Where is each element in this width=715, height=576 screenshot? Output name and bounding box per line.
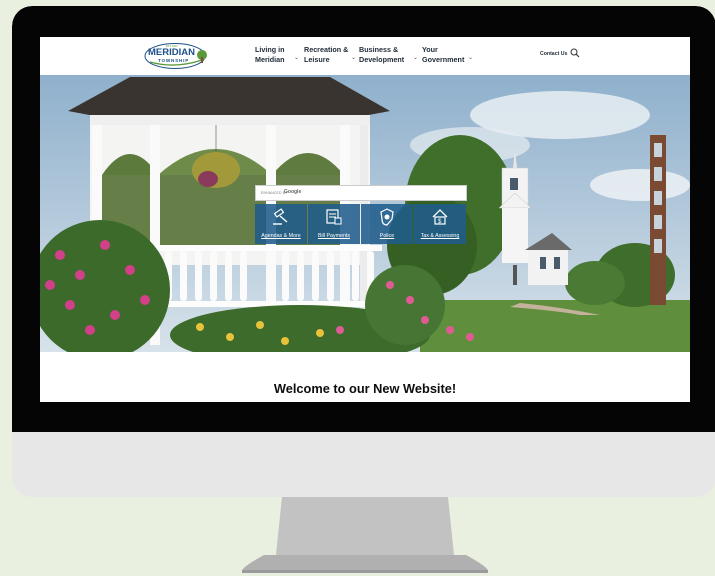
house-dollar-icon: $ (432, 209, 448, 225)
nav-label-line1: Living in (255, 45, 285, 54)
nav-label-line2: Development (359, 55, 405, 64)
quick-link-tax-assessing[interactable]: $ Tax & Assessing (414, 204, 466, 244)
gavel-icon (273, 208, 288, 225)
welcome-heading: Welcome to our New Website! (273, 381, 457, 396)
hero-image: ENHANCED BY Google Agendas & More Bill P… (40, 75, 690, 352)
logo-subtext: TOWNSHIP (158, 58, 189, 63)
logo-established: EST. 1842 (166, 45, 178, 48)
monitor: MERIDIAN TOWNSHIP EST. 1842 Living in Me… (12, 6, 715, 497)
police-badge-icon (380, 208, 394, 226)
quick-link-label: Agendas & More (261, 233, 301, 239)
quick-link-police[interactable]: Police (361, 204, 413, 244)
quick-link-label: Tax & Assessing (420, 233, 460, 239)
contact-us-link[interactable]: Contact Us (540, 51, 567, 57)
bill-payment-icon (326, 209, 342, 225)
monitor-bezel: MERIDIAN TOWNSHIP EST. 1842 Living in Me… (12, 6, 715, 432)
search-provider-label: Google (284, 189, 302, 195)
quick-link-label: Police (379, 233, 395, 239)
quick-link-label: Bill Payments (317, 233, 351, 239)
nav-recreation-leisure[interactable]: Recreation & Leisure ⌄ (304, 45, 356, 65)
quick-link-agendas[interactable]: Agendas & More (255, 204, 307, 244)
chevron-down-icon: ⌄ (351, 55, 357, 61)
nav-business-development[interactable]: Business & Development ⌄ (359, 45, 418, 65)
monitor-stand (242, 497, 488, 573)
chevron-down-icon: ⌄ (468, 55, 474, 61)
meridian-township-logo[interactable]: MERIDIAN TOWNSHIP EST. 1842 (144, 41, 210, 71)
google-search-input[interactable]: ENHANCED BY Google (255, 185, 467, 201)
search-icon[interactable] (570, 48, 580, 58)
website-screen: MERIDIAN TOWNSHIP EST. 1842 Living in Me… (40, 37, 690, 402)
logo-text: MERIDIAN (148, 47, 195, 58)
quick-link-bill-payments[interactable]: Bill Payments (308, 204, 360, 244)
nav-label-line2: Meridian (255, 55, 285, 64)
chevron-down-icon: ⌄ (294, 55, 300, 61)
site-header: MERIDIAN TOWNSHIP EST. 1842 Living in Me… (40, 37, 690, 75)
nav-label-line2: Leisure (304, 55, 330, 64)
nav-living-in-meridian[interactable]: Living in Meridian ⌄ (255, 45, 299, 65)
nav-label-line2: Government (422, 55, 465, 64)
quick-links-bar: Agendas & More Bill Payments Police $ Ta… (255, 204, 467, 244)
nav-label-line1: Business & (359, 45, 399, 54)
nav-label-line1: Recreation & (304, 45, 349, 54)
nav-your-government[interactable]: Your Government ⌄ (422, 45, 473, 65)
nav-label-line1: Your (422, 45, 438, 54)
chevron-down-icon: ⌄ (413, 55, 419, 61)
